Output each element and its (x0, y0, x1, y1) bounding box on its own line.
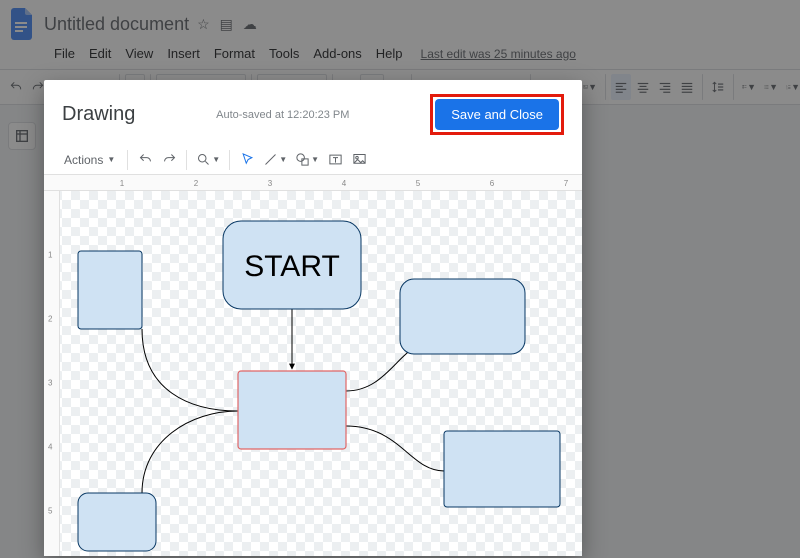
drawing-dialog: Drawing Auto-saved at 12:20:23 PM Save a… (44, 80, 582, 556)
autosave-status: Auto-saved at 12:20:23 PM (216, 109, 349, 121)
actions-menu[interactable]: Actions▼ (58, 148, 121, 172)
connector-curve[interactable] (142, 329, 238, 411)
save-close-highlight: Save and Close (430, 94, 564, 135)
image-tool-icon[interactable] (348, 148, 370, 172)
drawing-toolbar: Actions▼ ▼ ▼ ▼ (44, 145, 582, 175)
dialog-title: Drawing (62, 103, 135, 126)
select-tool-icon[interactable] (236, 148, 258, 172)
line-tool-icon[interactable]: ▼ (260, 148, 290, 172)
shape-rect-right-bottom[interactable] (444, 431, 560, 507)
drawing-svg: START (60, 191, 582, 556)
shape-rect-center-selected[interactable] (238, 371, 346, 449)
zoom-icon[interactable]: ▼ (193, 148, 223, 172)
undo-icon[interactable] (134, 148, 156, 172)
shape-rect-left-bottom[interactable] (78, 493, 156, 551)
shape-tool-icon[interactable]: ▼ (292, 148, 322, 172)
drawing-ruler-h: 1 2 3 4 5 6 7 (44, 175, 582, 191)
redo-icon[interactable] (158, 148, 180, 172)
connector-curve[interactable] (346, 426, 444, 471)
connector-curve[interactable] (142, 411, 238, 493)
shape-rect-right-top[interactable] (400, 279, 525, 354)
drawing-canvas[interactable]: 1 2 3 4 5 START (44, 191, 582, 556)
save-and-close-button[interactable]: Save and Close (435, 99, 559, 130)
drawing-ruler-v: 1 2 3 4 5 (44, 191, 60, 556)
shape-rect-left-top[interactable] (78, 251, 142, 329)
textbox-tool-icon[interactable] (324, 148, 346, 172)
shape-start-label: START (244, 250, 340, 283)
